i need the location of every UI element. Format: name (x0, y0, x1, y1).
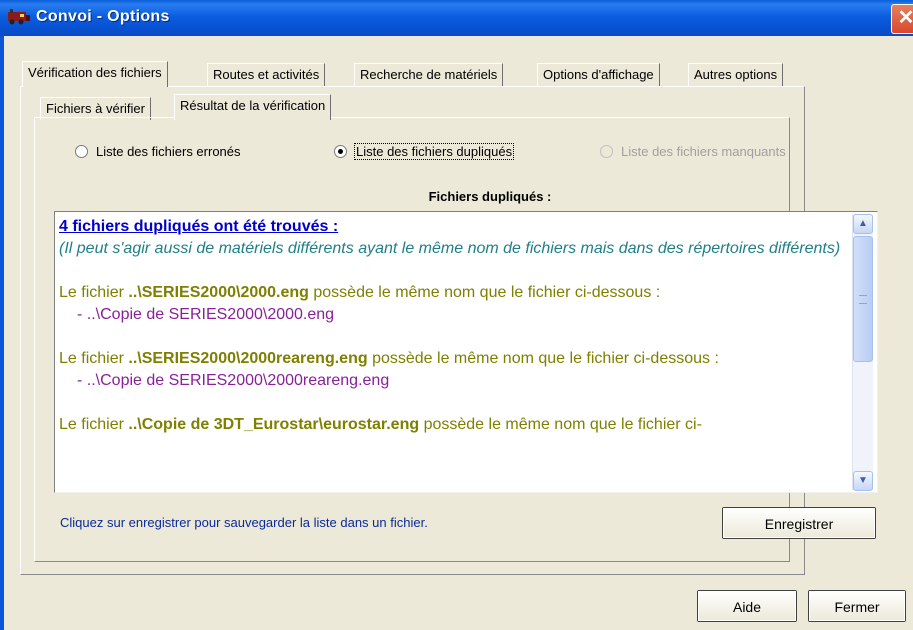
radio-label: Liste des fichiers manquants (621, 144, 786, 159)
save-button[interactable]: Enregistrer (722, 507, 876, 539)
options-window: Convoi - Options ✕ Vérification des fich… (0, 0, 913, 630)
title-bar[interactable]: Convoi - Options ✕ (0, 0, 913, 36)
tab-routes-activites[interactable]: Routes et activités (207, 63, 326, 86)
tab-verification-fichiers[interactable]: Vérification des fichiers (22, 61, 168, 87)
tab-recherche-materiels[interactable]: Recherche de matériels (354, 63, 504, 86)
scroll-thumb[interactable] (853, 236, 873, 362)
entry-suffix: possède le même nom que le fichier ci-de… (308, 284, 661, 301)
duplicate-count: 4 fichiers dupliqués ont été trouvés : (59, 218, 339, 235)
radio-label: Liste des fichiers dupliqués (353, 143, 515, 160)
scroll-up-icon[interactable]: ▲ (853, 214, 873, 234)
scroll-down-icon[interactable]: ▼ (853, 471, 873, 491)
window-title: Convoi - Options (36, 8, 170, 25)
entry-path: ..\Copie de 3DT_Eurostar\eurostar.eng (128, 416, 420, 433)
entry-path: ..\SERIES2000\2000reareng.eng (128, 350, 368, 367)
radio-fichiers-manquants: Liste des fichiers manquants (600, 143, 786, 161)
duplicate-path: - ..\Copie de SERIES2000\2000reareng.eng (77, 372, 390, 389)
radio-button-icon (75, 145, 88, 159)
list-item: Le fichier ..\SERIES2000\2000reareng.eng… (59, 348, 849, 370)
radio-label: Liste des fichiers erronés (96, 144, 241, 159)
radio-button-icon (334, 145, 347, 159)
entry-prefix: Le fichier (59, 284, 129, 301)
save-button-label: Enregistrer (723, 508, 875, 538)
entry-suffix: possède le même nom que le fichier ci-de… (367, 350, 719, 367)
radio-fichiers-errones[interactable]: Liste des fichiers erronés (75, 143, 241, 161)
close-icon[interactable]: ✕ (891, 4, 913, 34)
result-note: (Il peut s'agir aussi de matériels diffé… (59, 240, 841, 257)
duplicate-path: - ..\Copie de SERIES2000\2000.eng (77, 306, 335, 323)
close-button[interactable]: Fermer (808, 590, 906, 622)
save-hint: Cliquez sur enregistrer pour sauvegarder… (60, 515, 428, 530)
entry-suffix: possède le même nom que le fichier ci- (419, 416, 702, 433)
radio-button-icon (600, 145, 613, 159)
list-item: Le fichier ..\Copie de 3DT_Eurostar\euro… (59, 414, 849, 436)
list-item: Le fichier ..\SERIES2000\2000.eng possèd… (59, 282, 849, 304)
tab-autres-options[interactable]: Autres options (688, 63, 784, 86)
train-icon (8, 9, 30, 25)
section-title: Fichiers dupliqués : (428, 189, 552, 204)
entry-prefix: Le fichier (59, 350, 129, 367)
help-button-label: Aide (698, 591, 796, 621)
window-frame (0, 36, 4, 630)
tab-options-affichage[interactable]: Options d'affichage (537, 63, 660, 86)
result-textbox[interactable]: 4 fichiers dupliqués ont été trouvés : (… (54, 211, 878, 493)
vertical-scrollbar[interactable]: ▲ ▼ (852, 214, 873, 491)
subtab-resultat-verification[interactable]: Résultat de la vérification (174, 94, 332, 120)
close-button-label: Fermer (809, 591, 905, 621)
entry-prefix: Le fichier (59, 416, 129, 433)
radio-fichiers-dupliques[interactable]: Liste des fichiers dupliqués (334, 143, 515, 161)
entry-path: ..\SERIES2000\2000.eng (128, 284, 309, 301)
help-button[interactable]: Aide (697, 590, 797, 622)
result-text: 4 fichiers dupliqués ont été trouvés : (… (59, 216, 849, 436)
